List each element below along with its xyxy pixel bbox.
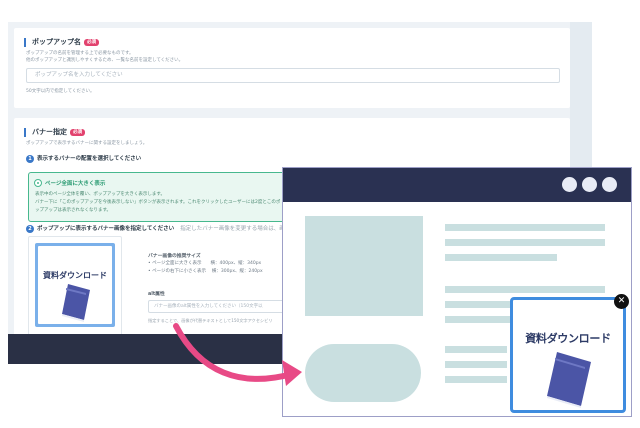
banner-thumb-frame: 資料ダウンロード bbox=[35, 243, 115, 327]
alt-label: alt属性 bbox=[148, 292, 165, 297]
required-badge: 必須 bbox=[70, 128, 85, 136]
step-2-number: 2 bbox=[26, 224, 34, 233]
book-icon bbox=[547, 352, 591, 408]
window-dot-2 bbox=[582, 177, 597, 192]
placement-option-fullpage[interactable]: ページ全面に大きく表示 表示中のページ全体を覆い、ポップアップを大きく表示します… bbox=[28, 172, 290, 222]
close-icon[interactable]: ✕ bbox=[614, 294, 629, 309]
popup-name-card: ポップアップ名 必須 ポップアップの名前を管理する上で必要なものです。 他のポップ… bbox=[14, 28, 570, 108]
placeholder-line bbox=[445, 361, 507, 368]
step-2-label: ポップアップに表示するバナー画像を指定してください bbox=[37, 226, 175, 232]
popup-name-heading: ポップアップ名 必須 bbox=[24, 38, 99, 47]
browser-title-bar bbox=[283, 168, 631, 202]
banner-thumb-text: 資料ダウンロード bbox=[43, 271, 107, 280]
placeholder-line bbox=[445, 376, 507, 383]
step-1-label: 表示するバナーの配置を選択してください bbox=[37, 156, 142, 162]
step-2-heading: 2 ポップアップに表示するバナー画像を指定してください 指定したバナー画像を変更する… bbox=[26, 224, 307, 233]
popup-banner-preview[interactable]: ✕ 資料ダウンロード bbox=[510, 294, 629, 413]
step-1-heading: 1 表示するバナーの配置を選択してください bbox=[26, 154, 141, 163]
placeholder-line bbox=[445, 286, 605, 293]
banner-heading: バナー指定 必須 bbox=[24, 128, 85, 137]
option-title: ページ全面に大きく表示 bbox=[45, 181, 106, 187]
required-badge: 必須 bbox=[84, 38, 99, 46]
popup-name-desc-1: ポップアップの名前を管理する上で必要なものです。 bbox=[26, 51, 134, 56]
spec-line-1: • ページ全面に大きく表示 横：400px、縦：340px bbox=[148, 261, 262, 266]
option-line-1: 表示中のページ全体を覆い、ポップアップを大きく表示します。 bbox=[35, 192, 165, 197]
placeholder-pill bbox=[305, 344, 421, 402]
window-dot-3 bbox=[602, 177, 617, 192]
step-1-number: 1 bbox=[26, 154, 34, 163]
placeholder-line bbox=[445, 346, 507, 353]
spec-title: バナー画像の推奨サイズ bbox=[148, 254, 201, 259]
placeholder-line bbox=[445, 224, 605, 231]
popup-name-label: ポップアップ名 bbox=[32, 38, 81, 46]
popup-name-hint: 50文字以内で指定してください。 bbox=[26, 89, 95, 94]
option-line-3: ップアップは表示されなくなります。 bbox=[35, 208, 112, 213]
placeholder-line bbox=[445, 239, 605, 246]
banner-thumb-body: 資料ダウンロード bbox=[38, 246, 112, 324]
banner-label: バナー指定 bbox=[32, 128, 67, 136]
popup-banner-text: 資料ダウンロード bbox=[525, 332, 611, 345]
popup-name-desc-2: 他のポップアップと識別しやすくするため、一覧な名前を設定してください。 bbox=[26, 58, 184, 63]
spec-line-2: • ページの右下に小さく表示 横：300px、縦：240px bbox=[148, 269, 263, 274]
placeholder-image-block bbox=[305, 216, 423, 316]
window-dot-1 bbox=[562, 177, 577, 192]
radio-selected-icon[interactable] bbox=[34, 179, 42, 187]
alt-note: 指定することで、画像が代替テキストとして150文字アクセシビリ bbox=[148, 318, 273, 323]
placeholder-line bbox=[445, 254, 557, 261]
book-icon bbox=[62, 284, 90, 322]
popup-name-input[interactable]: ポップアップ名を入力してください bbox=[26, 68, 560, 83]
banner-desc: ポップアップで表示するバナーに関する設定をしましょう。 bbox=[26, 141, 148, 146]
option-line-2: バナー下に「このポップアップを今後表示しない」ボタンが表示されます。これをクリッ… bbox=[35, 200, 281, 205]
banner-image-thumbnail[interactable]: 資料ダウンロード bbox=[28, 236, 122, 336]
